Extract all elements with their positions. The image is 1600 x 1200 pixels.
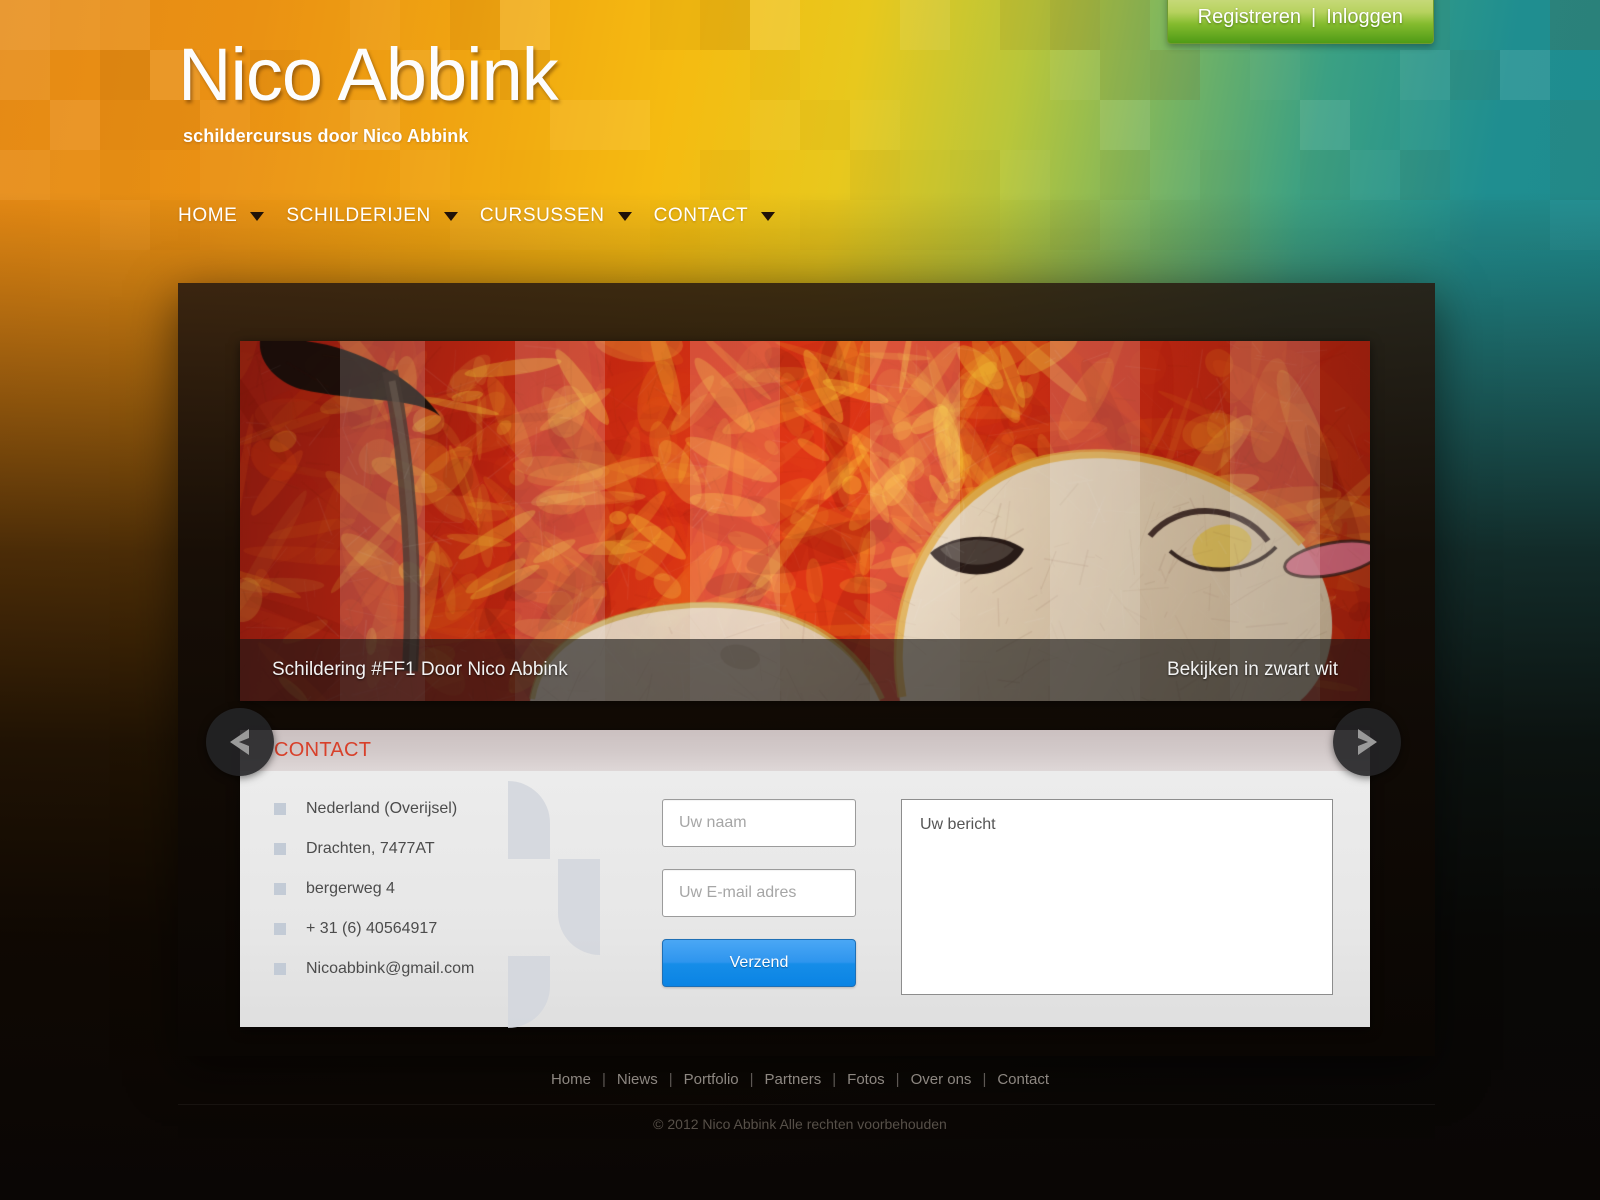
contact-info-phone: + 31 (6) 40564917 [306,920,437,938]
bullet-icon [274,923,286,935]
send-button-label: Verzend [730,954,789,972]
name-field[interactable]: Uw naam [662,799,856,847]
nav-item-label: HOME [178,205,250,227]
message-textarea[interactable]: Uw bericht [901,799,1333,995]
contact-info-country: Nederland (Overijsel) [306,800,457,818]
site-tagline: schildercursus door Nico Abbink [183,126,468,147]
page-title: Nico Abbink [178,38,558,112]
chevron-down-icon[interactable] [761,212,775,221]
auth-button-group[interactable]: Registreren | Inloggen [1167,0,1434,44]
footer-link-contact[interactable]: Contact [995,1071,1051,1088]
login-link[interactable]: Inloggen [1326,6,1403,29]
nav-item-home[interactable]: HOME [178,205,286,227]
footer-link-over-ons[interactable]: Over ons [909,1071,974,1088]
footer-links: Home | Niews | Portfolio | Partners | Fo… [0,1071,1600,1088]
site-header: Nico Abbink schildercursus door Nico Abb… [0,0,1600,270]
slider-bw-link[interactable]: Bekijken in zwart wit [1167,659,1338,681]
contact-title: CONTACT [274,739,371,762]
site-footer: Home | Niews | Portfolio | Partners | Fo… [0,1056,1600,1200]
main-navigation: HOME SCHILDERIJEN CURSUSSEN CONTACT [178,205,797,227]
nav-item-label: CURSUSSEN [480,205,618,227]
decorative-shape [508,956,550,1028]
chevron-down-icon[interactable] [444,212,458,221]
send-button[interactable]: Verzend [662,939,856,987]
footer-link-niews[interactable]: Niews [615,1071,660,1088]
decorative-shape [508,781,550,859]
footer-separator: | [741,1071,763,1088]
slider-caption-text: Schildering #FF1 Door Nico Abbink [272,659,568,681]
footer-link-portfolio[interactable]: Portfolio [682,1071,741,1088]
contact-section: CONTACT Nederland (Overijsel) Drachten, … [240,730,1370,1027]
list-item: Nederland (Overijsel) [274,789,474,829]
name-field-placeholder: Uw naam [679,814,747,832]
chevron-right-glyph [1354,727,1380,757]
message-placeholder: Uw bericht [920,816,996,833]
auth-separator: | [1311,6,1316,29]
register-link[interactable]: Registreren [1198,6,1301,29]
chevron-down-icon[interactable] [618,212,632,221]
image-slider[interactable]: Schildering #FF1 Door Nico Abbink Bekijk… [240,341,1370,701]
footer-link-home[interactable]: Home [549,1071,593,1088]
bullet-icon [274,883,286,895]
slider-caption-bar: Schildering #FF1 Door Nico Abbink Bekijk… [240,639,1370,701]
bullet-icon [274,843,286,855]
footer-link-partners[interactable]: Partners [763,1071,824,1088]
copyright-text: © 2012 Nico Abbink Alle rechten voorbeho… [0,1116,1600,1132]
contact-info-list: Nederland (Overijsel) Drachten, 7477AT b… [274,789,474,989]
list-item: bergerweg 4 [274,869,474,909]
contact-info-city: Drachten, 7477AT [306,840,435,858]
list-item: Drachten, 7477AT [274,829,474,869]
nav-item-label: SCHILDERIJEN [286,205,443,227]
footer-separator: | [660,1071,682,1088]
contact-info-street: bergerweg 4 [306,880,395,898]
contact-info-email: Nicoabbink@gmail.com [306,960,474,978]
nav-item-schilderijen[interactable]: SCHILDERIJEN [286,205,479,227]
bullet-icon [274,963,286,975]
contact-form: Uw naam Uw E-mail adres Verzend [662,799,856,987]
chevron-left-icon[interactable] [206,708,274,776]
email-field[interactable]: Uw E-mail adres [662,869,856,917]
contact-body: Nederland (Overijsel) Drachten, 7477AT b… [240,771,1370,1027]
chevron-down-icon[interactable] [250,212,264,221]
footer-separator: | [887,1071,909,1088]
list-item: + 31 (6) 40564917 [274,909,474,949]
footer-divider [178,1104,1435,1105]
list-item: Nicoabbink@gmail.com [274,949,474,989]
footer-separator: | [823,1071,845,1088]
nav-item-contact[interactable]: CONTACT [654,205,798,227]
footer-separator: | [973,1071,995,1088]
chevron-left-glyph [227,727,253,757]
email-field-placeholder: Uw E-mail adres [679,884,796,902]
footer-link-fotos[interactable]: Fotos [845,1071,887,1088]
bullet-icon [274,803,286,815]
nav-item-cursussen[interactable]: CURSUSSEN [480,205,654,227]
nav-item-label: CONTACT [654,205,762,227]
footer-separator: | [593,1071,615,1088]
chevron-right-icon[interactable] [1333,708,1401,776]
decorative-shape [558,859,600,955]
content-panel: Schildering #FF1 Door Nico Abbink Bekijk… [178,283,1435,1056]
contact-header-bar: CONTACT [240,730,1370,771]
